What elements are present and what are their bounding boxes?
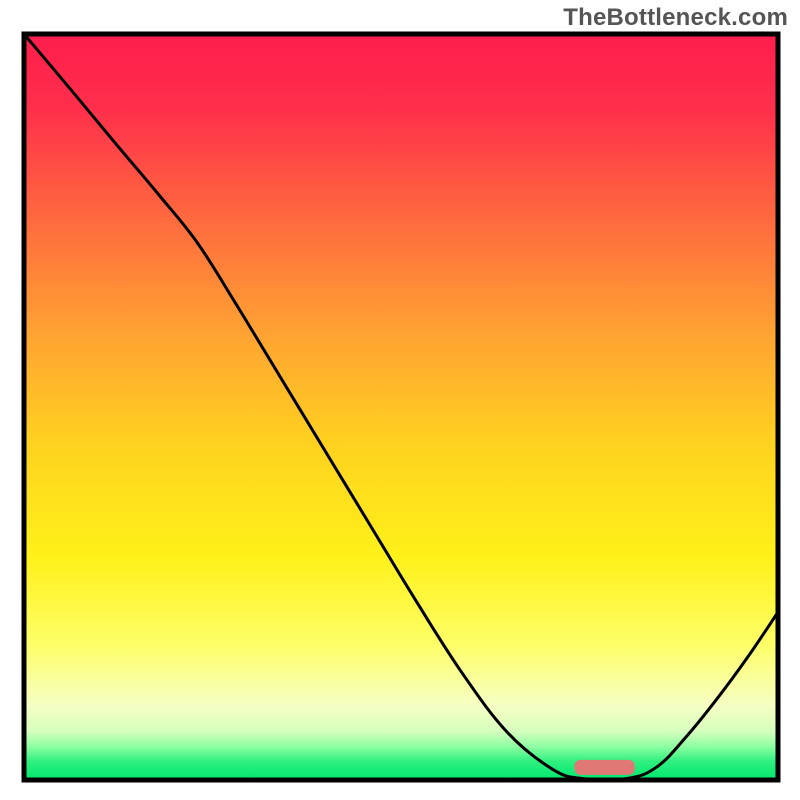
chart-container: TheBottleneck.com (0, 0, 800, 800)
gradient-background (24, 34, 778, 780)
optimal-range-marker (574, 760, 634, 775)
watermark-text: TheBottleneck.com (563, 4, 788, 32)
bottleneck-plot (0, 0, 800, 800)
